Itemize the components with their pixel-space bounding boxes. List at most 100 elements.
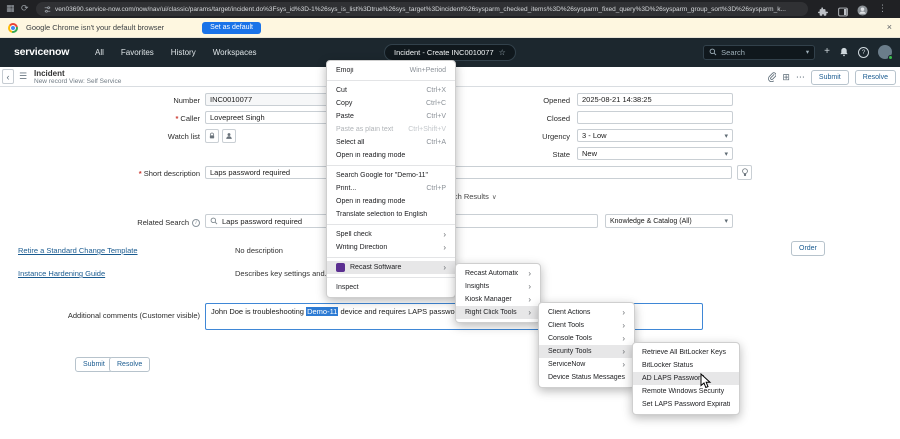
menu-item-kiosk-manager[interactable]: Kiosk Manager› (456, 293, 540, 306)
mandatory-icon: * (175, 114, 178, 123)
menu-item-insights[interactable]: Insights› (456, 280, 540, 293)
menu-item-device-status-messages[interactable]: Device Status Messages (539, 371, 634, 384)
result-description: Describes key settings and... (235, 269, 331, 278)
set-as-default-button[interactable]: Set as default (202, 22, 261, 34)
resolve-button-top[interactable]: Resolve (855, 70, 896, 85)
menu-item-label: Kiosk Manager (465, 296, 518, 303)
menu-separator (327, 224, 455, 225)
related-search-query: Laps password required (222, 217, 302, 226)
menu-item-print[interactable]: Print...Ctrl+P (327, 182, 455, 195)
short-description-value: Laps password required (210, 168, 290, 177)
personalize-grid-icon[interactable]: ⊞ (782, 72, 790, 83)
menu-item-set-laps-password-expiration[interactable]: Set LAPS Password Expiration (633, 398, 739, 411)
menu-item-reading-mode[interactable]: Open in reading mode (327, 149, 455, 162)
state-value: New (582, 149, 597, 158)
add-icon[interactable]: + (824, 46, 830, 58)
menu-item-client-tools[interactable]: Client Tools› (539, 319, 634, 332)
result-link-hardening-guide[interactable]: Instance Hardening Guide (18, 269, 105, 278)
comments-label: Additional comments (Customer visible) (0, 311, 200, 320)
paperclip-icon[interactable] (767, 72, 776, 82)
nav-item-all[interactable]: All (95, 48, 104, 57)
urgency-select[interactable]: 3 - Low ▾ (577, 129, 733, 142)
url-text: ven03690.service-now.com/now/nav/ui/clas… (55, 6, 786, 13)
menu-item-emoji[interactable]: EmojiWin+Period (327, 64, 455, 77)
header-right-cluster: Search ▾ + ? (703, 43, 892, 61)
menu-item-cut[interactable]: CutCtrl+X (327, 84, 455, 97)
menu-item-servicenow[interactable]: ServiceNow› (539, 358, 634, 371)
open-record-tab[interactable]: Incident - Create INC0010077 ☆ (384, 44, 516, 61)
menu-item-writing-direction[interactable]: Writing Direction› (327, 241, 455, 254)
help-icon[interactable]: ? (858, 47, 869, 58)
menu-item-retrieve-bitlocker-keys[interactable]: Retrieve All BitLocker Keys (633, 346, 739, 359)
default-browser-banner: Google Chrome isn't your default browser… (0, 18, 900, 38)
state-select[interactable]: New ▾ (577, 147, 733, 160)
more-actions-icon[interactable]: ⋯ (796, 72, 805, 83)
menu-item-select-all[interactable]: Select allCtrl+A (327, 136, 455, 149)
search-source-value: Knowledge & Catalog (All) (610, 218, 692, 225)
menu-item-ad-laps-password[interactable]: AD LAPS Password (633, 372, 739, 385)
menu-item-recast-software[interactable]: Recast Software› (327, 261, 455, 274)
order-button[interactable]: Order (791, 241, 825, 256)
search-source-select[interactable]: Knowledge & Catalog (All) ▾ (605, 214, 733, 228)
watch-list-lock-button[interactable] (205, 129, 219, 143)
chevron-down-icon: ▾ (724, 132, 728, 140)
notification-bell-icon[interactable] (839, 47, 849, 57)
opened-field[interactable]: 2025-08-21 14:38:25 (577, 93, 733, 106)
comments-text: John Doe is troubleshooting (211, 307, 306, 316)
banner-close-icon[interactable]: × (887, 22, 892, 32)
menu-shortcut: Ctrl+A (426, 139, 446, 146)
menu-item-bitlocker-status[interactable]: BitLocker Status (633, 359, 739, 372)
menu-item-label: Print... (336, 185, 414, 192)
menu-item-label: Paste as plain text (336, 126, 396, 133)
servicenow-logo[interactable]: servicenow (14, 46, 69, 58)
menu-item-client-actions[interactable]: Client Actions› (539, 306, 634, 319)
submenu-arrow-icon: › (528, 283, 531, 291)
search-icon (210, 217, 218, 225)
result-description: No description (235, 246, 283, 255)
menu-separator (327, 277, 455, 278)
global-search-input[interactable]: Search ▾ (703, 45, 815, 60)
reload-icon[interactable]: ⟳ (21, 3, 29, 14)
nav-item-favorites[interactable]: Favorites (121, 48, 154, 57)
menu-item-remote-windows-security[interactable]: Remote Windows Security (633, 385, 739, 398)
closed-field[interactable] (577, 111, 733, 124)
search-scope-caret-icon[interactable]: ▾ (806, 48, 809, 56)
menu-item-recast-automation[interactable]: Recast Automation› (456, 267, 540, 280)
menu-shortcut: Win+Period (410, 67, 446, 74)
browser-menu-kebab-icon[interactable]: ⋮ (878, 3, 887, 14)
site-settings-icon[interactable] (44, 6, 51, 13)
menu-item-copy[interactable]: CopyCtrl+C (327, 97, 455, 110)
menu-item-security-tools[interactable]: Security Tools› (539, 345, 634, 358)
suggestion-button[interactable] (737, 165, 752, 180)
submenu-arrow-icon: › (443, 244, 446, 252)
tab-apps-icon[interactable]: ▦ (6, 3, 15, 14)
menu-item-reading-mode-2[interactable]: Open in reading mode (327, 195, 455, 208)
nav-item-history[interactable]: History (171, 48, 196, 57)
favorite-star-icon[interactable]: ☆ (499, 48, 506, 57)
result-link-retire-template[interactable]: Retire a Standard Change Template (18, 246, 138, 255)
mandatory-icon: * (139, 169, 142, 178)
record-context-menu-icon[interactable]: ☰ (19, 71, 27, 82)
menu-item-translate[interactable]: Translate selection to English (327, 208, 455, 221)
nav-item-workspaces[interactable]: Workspaces (213, 48, 257, 57)
menu-item-label: Remote Windows Security (642, 388, 730, 395)
submit-button-top[interactable]: Submit (811, 70, 849, 85)
user-avatar[interactable] (878, 45, 892, 59)
menu-separator (327, 257, 455, 258)
menu-item-spell-check[interactable]: Spell check› (327, 228, 455, 241)
menu-item-paste[interactable]: PasteCtrl+V (327, 110, 455, 123)
submit-button-bottom[interactable]: Submit (75, 357, 113, 372)
submenu-arrow-icon: › (622, 322, 625, 330)
menu-item-console-tools[interactable]: Console Tools› (539, 332, 634, 345)
watch-list-add-me-button[interactable] (222, 129, 236, 143)
back-button[interactable]: ‹ (2, 69, 14, 84)
short-description-field[interactable]: Laps password required (205, 166, 732, 179)
menu-item-right-click-tools[interactable]: Right Click Tools› (456, 306, 540, 319)
info-icon[interactable]: i (192, 219, 200, 227)
resolve-button-bottom[interactable]: Resolve (109, 357, 150, 372)
menu-item-label: Inspect (336, 284, 446, 291)
caller-label: *Caller (0, 114, 200, 123)
url-bar[interactable]: ven03690.service-now.com/now/nav/ui/clas… (36, 2, 808, 16)
menu-item-search-google[interactable]: Search Google for "Demo-11" (327, 169, 455, 182)
menu-item-inspect[interactable]: Inspect (327, 281, 455, 294)
